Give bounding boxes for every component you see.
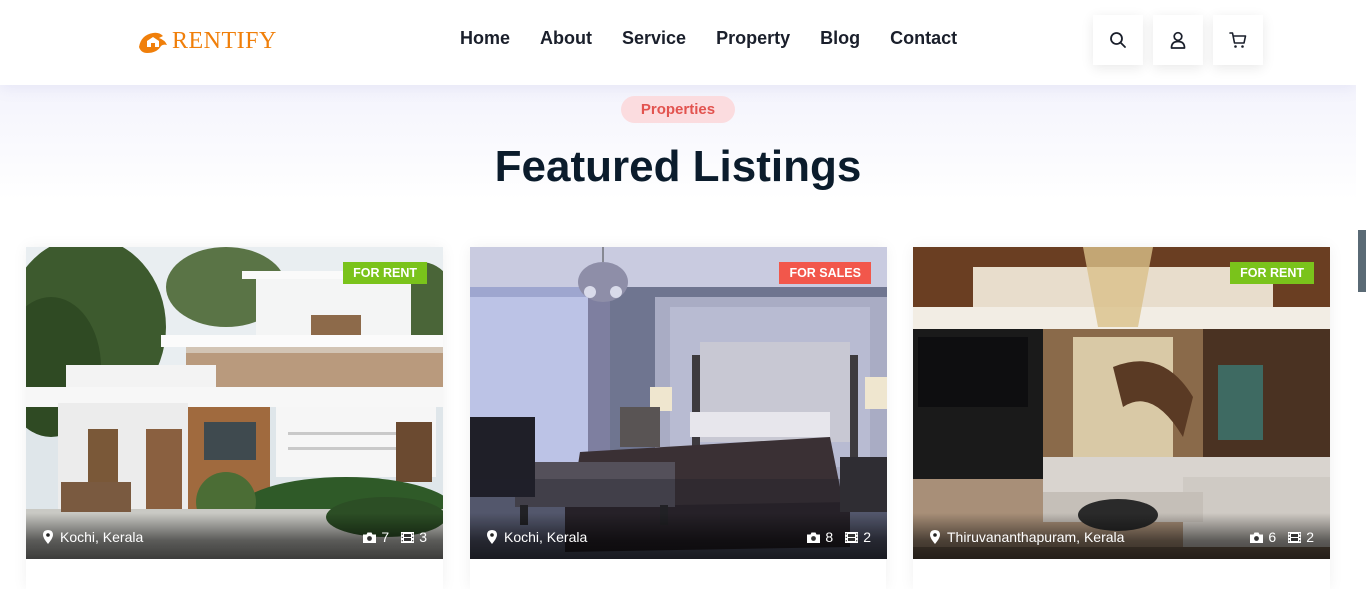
location-text: Kochi, Kerala — [504, 529, 588, 545]
listing-media-counts: 8 2 — [807, 529, 871, 545]
listing-media-counts: 7 3 — [363, 529, 427, 545]
listing-card[interactable]: FOR SALES Kochi, Kerala 8 2 — [470, 247, 887, 589]
listing-location: Kochi, Kerala — [43, 529, 143, 545]
listing-card[interactable]: FOR RENT Thiruvananthapuram, Kerala 6 2 — [913, 247, 1330, 589]
nav-home[interactable]: Home — [460, 28, 510, 49]
cart-icon — [1229, 32, 1247, 48]
section-title: Featured Listings — [494, 142, 862, 191]
listing-location: Thiruvananthapuram, Kerala — [930, 529, 1124, 545]
film-icon — [401, 531, 415, 543]
nav-contact[interactable]: Contact — [890, 28, 957, 49]
photo-count: 6 — [1268, 529, 1277, 545]
listing-badge: FOR RENT — [343, 262, 427, 284]
camera-icon — [807, 532, 821, 543]
scrollbar-thumb[interactable] — [1358, 230, 1366, 292]
map-pin-icon — [930, 530, 940, 544]
listing-card[interactable]: FOR RENT Kochi, Kerala 7 3 — [26, 247, 443, 589]
listing-badge: FOR RENT — [1230, 262, 1314, 284]
location-text: Kochi, Kerala — [60, 529, 144, 545]
film-icon — [845, 531, 859, 543]
camera-icon — [363, 532, 377, 543]
site-header: RENTIFY Home About Service Property Blog… — [0, 0, 1356, 85]
search-button[interactable] — [1093, 15, 1143, 65]
brand-logo[interactable]: RENTIFY — [137, 26, 277, 56]
camera-icon — [1250, 532, 1264, 543]
scrollbar-track[interactable] — [1356, 0, 1366, 589]
listing-media-counts: 6 2 — [1250, 529, 1314, 545]
listing-photo[interactable]: FOR SALES Kochi, Kerala 8 2 — [470, 247, 887, 559]
photo-count: 7 — [381, 529, 390, 545]
map-pin-icon — [43, 530, 53, 544]
nav-service[interactable]: Service — [622, 28, 686, 49]
map-pin-icon — [487, 530, 497, 544]
video-count: 2 — [1306, 529, 1314, 545]
section-tag: Properties — [621, 96, 735, 123]
search-icon — [1110, 32, 1126, 48]
logo-mark-icon — [139, 32, 167, 53]
listing-badge: FOR SALES — [779, 262, 871, 284]
nav-blog[interactable]: Blog — [820, 28, 860, 49]
listing-photo[interactable]: FOR RENT Kochi, Kerala 7 3 — [26, 247, 443, 559]
video-count: 3 — [419, 529, 427, 545]
photo-count: 8 — [825, 529, 834, 545]
film-icon — [1288, 531, 1302, 543]
nav-property[interactable]: Property — [716, 28, 790, 49]
listing-location: Kochi, Kerala — [487, 529, 587, 545]
listing-photo[interactable]: FOR RENT Thiruvananthapuram, Kerala 6 2 — [913, 247, 1330, 559]
nav-about[interactable]: About — [540, 28, 592, 49]
brand-name: RENTIFY — [172, 27, 277, 54]
user-icon — [1170, 31, 1186, 49]
video-count: 2 — [863, 529, 871, 545]
main-nav: Home About Service Property Blog Contact — [460, 28, 987, 49]
account-button[interactable] — [1153, 15, 1203, 65]
cart-button[interactable] — [1213, 15, 1263, 65]
location-text: Thiruvananthapuram, Kerala — [947, 529, 1125, 545]
